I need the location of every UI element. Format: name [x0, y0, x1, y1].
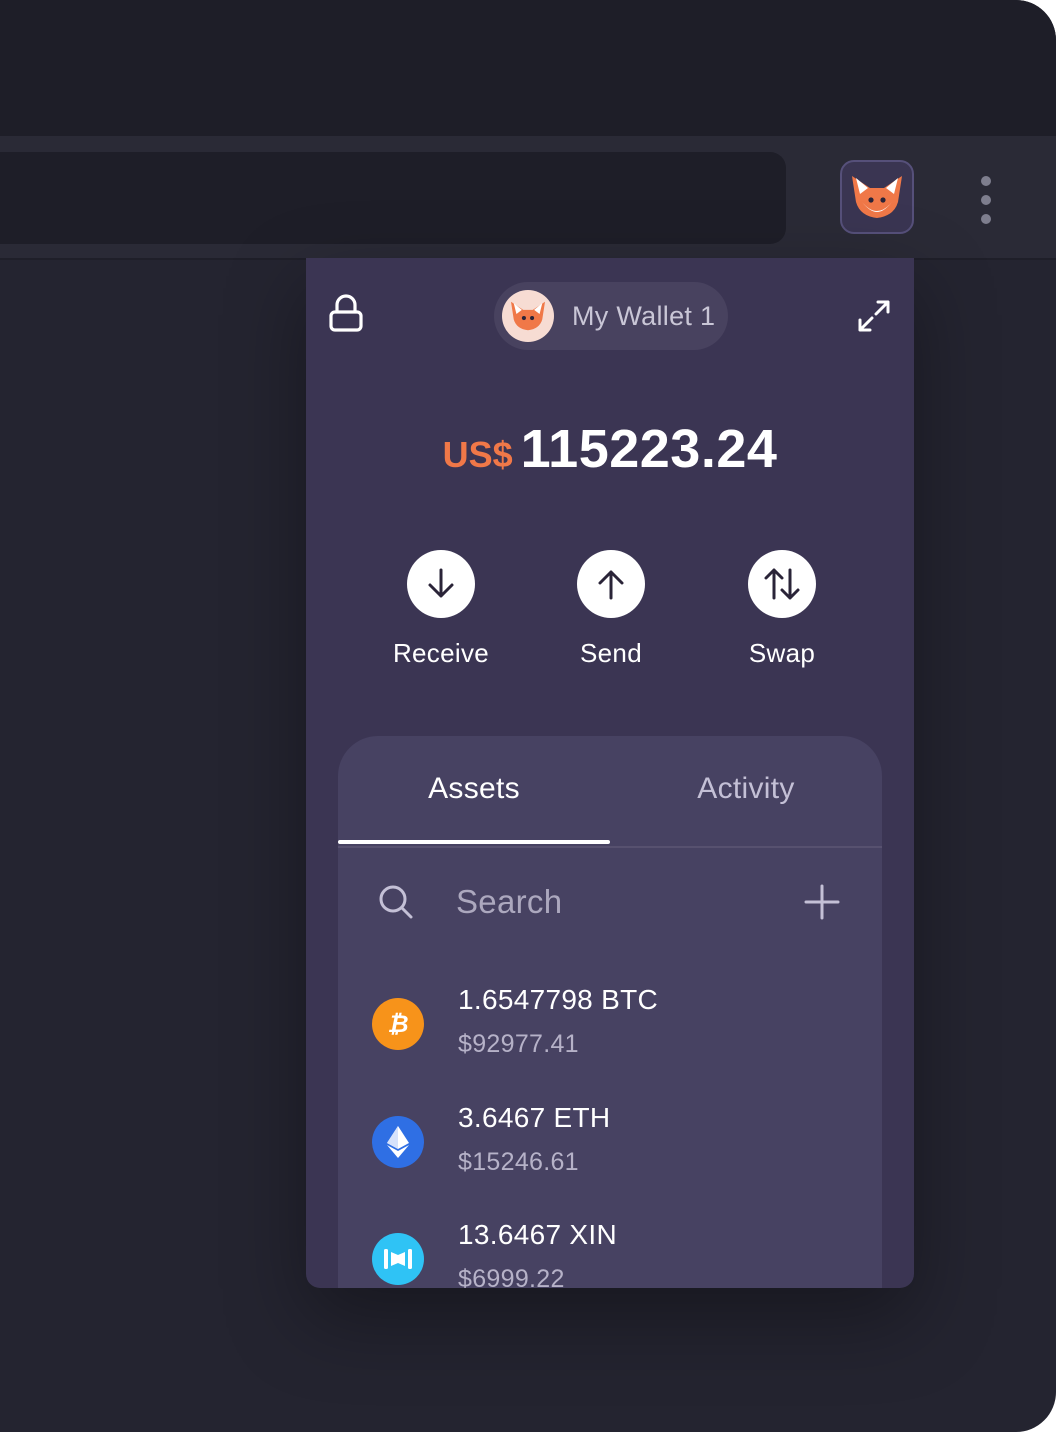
asset-amount: 13.6467 XIN	[458, 1219, 617, 1250]
assets-panel: Assets Activity ₿	[338, 736, 882, 1288]
browser-toolbar	[0, 136, 1056, 260]
arrow-down-icon	[428, 568, 454, 598]
receive-button[interactable]: Receive	[371, 550, 511, 669]
search-input[interactable]	[456, 878, 756, 926]
asset-fiat-value: $6999.22	[458, 1265, 565, 1288]
swap-arrows-icon	[764, 568, 800, 600]
bitcoin-icon: ₿	[372, 998, 424, 1050]
active-tab-indicator	[338, 840, 610, 844]
tab-activity[interactable]: Activity	[610, 772, 882, 806]
receive-label: Receive	[392, 638, 490, 668]
mixin-icon	[372, 1233, 424, 1285]
send-button[interactable]: Send	[541, 550, 681, 669]
ethereum-icon	[372, 1116, 424, 1168]
title-bar	[0, 0, 1056, 136]
wallet-selector[interactable]: My Wallet 1	[494, 282, 728, 350]
send-label: Send	[580, 638, 642, 668]
action-buttons: Receive Send Swap	[306, 550, 914, 680]
search-icon	[379, 885, 413, 919]
expand-icon[interactable]	[856, 298, 892, 334]
tab-assets[interactable]: Assets	[338, 772, 610, 806]
address-bar[interactable]	[0, 152, 786, 244]
fox-icon	[852, 176, 902, 218]
svg-text:₿: ₿	[387, 1011, 408, 1038]
asset-fiat-value: $92977.41	[458, 1030, 579, 1058]
tab-bar: Assets Activity	[338, 736, 882, 848]
wallet-extension-button[interactable]	[840, 160, 914, 234]
arrow-up-icon	[598, 570, 624, 600]
asset-row-eth[interactable]: 3.6467 ETH $15246.61	[338, 1102, 882, 1202]
asset-row-btc[interactable]: ₿ 1.6547798 BTC $92977.41	[338, 984, 882, 1084]
balance-currency: US$	[442, 434, 513, 475]
kebab-menu-icon[interactable]	[972, 176, 1000, 224]
wallet-name: My Wallet 1	[572, 300, 716, 331]
popup-header: My Wallet 1	[306, 258, 914, 378]
asset-row-xin[interactable]: 13.6467 XIN $6999.22	[338, 1219, 882, 1288]
swap-label: Swap	[748, 638, 816, 668]
wallet-popup: My Wallet 1 US$ 115223.24 Receive Send S…	[306, 258, 914, 1288]
asset-amount: 1.6547798 BTC	[458, 984, 659, 1015]
asset-amount: 3.6467 ETH	[458, 1102, 611, 1133]
search-row	[338, 864, 882, 944]
swap-button[interactable]: Swap	[712, 550, 852, 669]
browser-window: My Wallet 1 US$ 115223.24 Receive Send S…	[0, 0, 1056, 1432]
add-icon[interactable]	[804, 884, 840, 920]
fox-icon	[511, 301, 545, 331]
lock-icon[interactable]	[328, 294, 364, 334]
avatar	[502, 290, 554, 342]
balance-amount: 115223.24	[520, 419, 778, 479]
balance: US$ 115223.24	[306, 418, 914, 480]
asset-fiat-value: $15246.61	[458, 1148, 579, 1176]
